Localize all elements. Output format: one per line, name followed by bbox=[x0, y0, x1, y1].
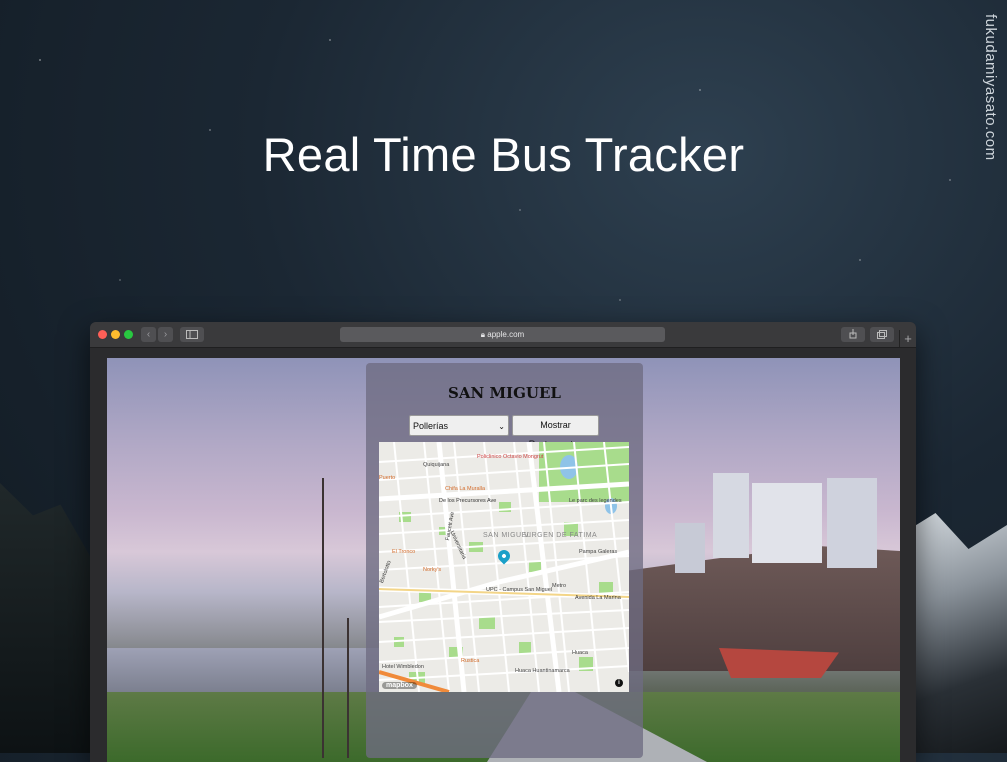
map-label-virgen: VIRGEN DE FATIMA bbox=[524, 532, 598, 539]
background-tent bbox=[719, 648, 839, 678]
map-label-upc: UPC - Campus San Miguel bbox=[486, 587, 553, 593]
close-window-button[interactable] bbox=[98, 330, 107, 339]
url-text: apple.com bbox=[487, 330, 525, 339]
zoom-window-button[interactable] bbox=[124, 330, 133, 339]
browser-window: ‹ › 🔒︎ apple.com + SAN MIGUEL Pollerías … bbox=[90, 322, 916, 762]
map-label-pampa: Pampa Galeras bbox=[579, 549, 618, 555]
hero-title: Real Time Bus Tracker bbox=[262, 128, 745, 181]
share-icon[interactable] bbox=[841, 327, 865, 342]
map-label-huaca-h: Huaca Huantinamarca bbox=[515, 668, 570, 674]
map-view[interactable]: Policlinico Octavio Mongrut Quiquijana P… bbox=[379, 442, 629, 692]
chevron-down-icon: ⌄ bbox=[498, 422, 505, 431]
tabs-overview-icon[interactable] bbox=[870, 327, 894, 342]
show-restaurants-button[interactable]: Mostrar Restaurantes bbox=[512, 415, 599, 449]
background-building bbox=[752, 483, 822, 563]
address-bar[interactable]: 🔒︎ apple.com bbox=[340, 327, 665, 342]
back-icon[interactable]: ‹ bbox=[141, 327, 156, 342]
map-label-parc: Le parc des legendes bbox=[569, 498, 622, 504]
map-label-norkys: Norky's bbox=[423, 567, 442, 573]
map-label-chifa: Chifa La Muralla bbox=[445, 486, 486, 492]
background-tree bbox=[322, 478, 324, 758]
category-select-value: Pollerías bbox=[413, 421, 449, 431]
map-label-la-marina: Avenida La Marina bbox=[575, 595, 621, 601]
background-building bbox=[675, 523, 705, 573]
background-city bbox=[107, 648, 397, 693]
map-label-hotel: Hotel Wimbledon bbox=[382, 664, 424, 670]
info-icon[interactable]: i bbox=[615, 679, 623, 687]
map-label-policlinico: Policlinico Octavio Mongrut bbox=[477, 454, 544, 460]
map-label-metro: Metro bbox=[552, 583, 567, 589]
sidebar-icon[interactable] bbox=[180, 327, 204, 342]
map-label-precursores: De los Precursores Ave bbox=[439, 498, 497, 504]
lock-icon: 🔒︎ bbox=[480, 330, 486, 339]
page-viewport: SAN MIGUEL Pollerías ⌄ Mostrar Restauran… bbox=[107, 358, 900, 762]
map-streets bbox=[379, 442, 629, 692]
background-tree bbox=[347, 618, 349, 758]
site-credit: fukudamiyasato.com bbox=[982, 14, 999, 161]
sidebar-glyph bbox=[186, 330, 198, 339]
background-building bbox=[713, 473, 749, 558]
category-select[interactable]: Pollerías ⌄ bbox=[409, 415, 509, 436]
new-tab-button[interactable]: + bbox=[899, 330, 916, 347]
district-title: SAN MIGUEL bbox=[448, 384, 561, 402]
browser-toolbar: ‹ › 🔒︎ apple.com + bbox=[90, 322, 916, 348]
tabs-glyph bbox=[877, 330, 887, 339]
mapbox-logo[interactable]: mapbox bbox=[382, 682, 417, 689]
minimize-window-button[interactable] bbox=[111, 330, 120, 339]
map-label-puerto: Puerto bbox=[379, 475, 396, 481]
map-label-quiquijana: Quiquijana bbox=[423, 462, 450, 468]
map-label-rustica: Rustica bbox=[461, 658, 480, 664]
background-building bbox=[827, 478, 877, 568]
share-glyph bbox=[849, 329, 857, 339]
district-card: SAN MIGUEL Pollerías ⌄ Mostrar Restauran… bbox=[366, 363, 643, 758]
forward-icon[interactable]: › bbox=[158, 327, 173, 342]
map-label-el-tronco: El Tronco bbox=[392, 549, 416, 555]
map-label-huaca: Huaca bbox=[572, 650, 588, 656]
